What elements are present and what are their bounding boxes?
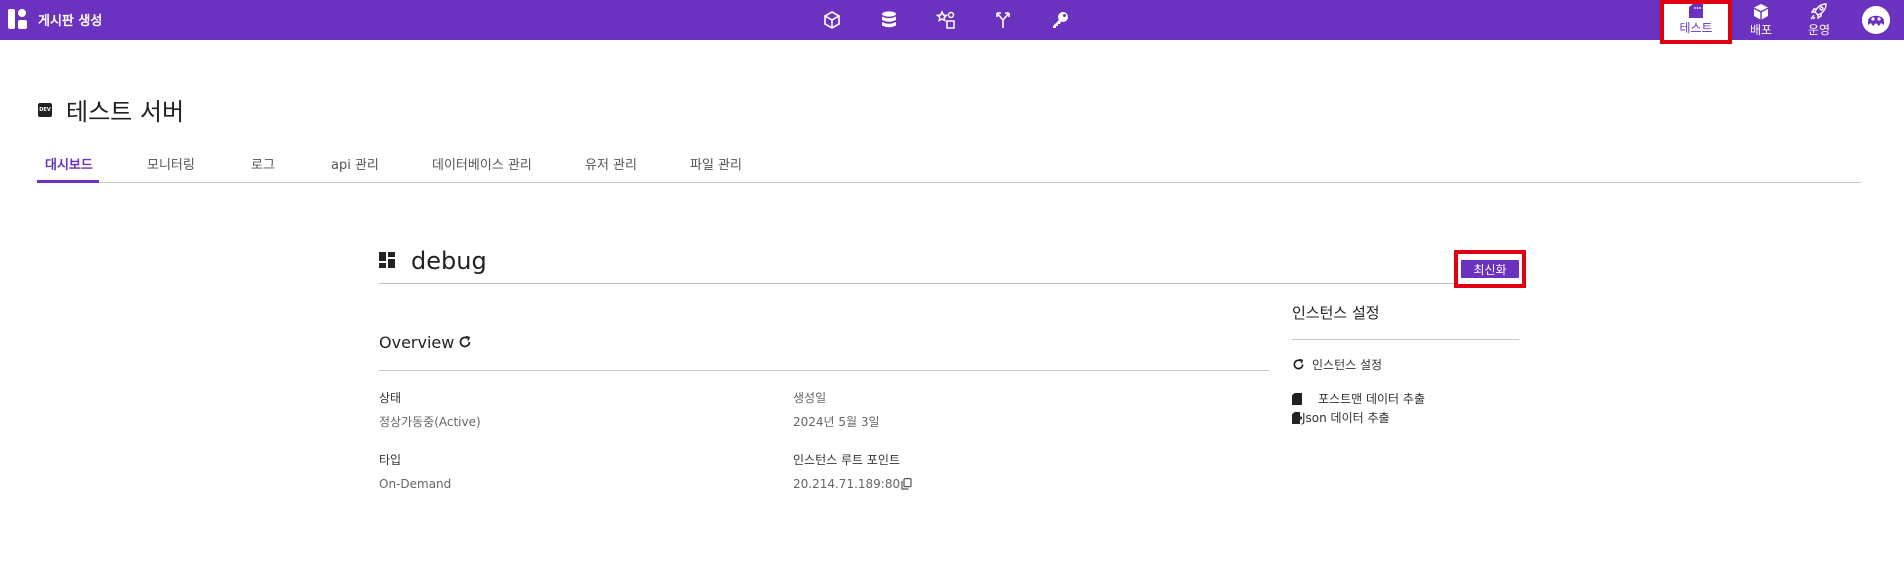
overview-title: Overview xyxy=(379,333,455,352)
nav-operate-label: 운영 xyxy=(1807,23,1831,37)
type-label: 타입 xyxy=(379,453,402,467)
overview-refresh-icon[interactable] xyxy=(458,335,472,349)
instance-settings-title: 인스턴스 설정 xyxy=(1292,304,1380,322)
branch-arrows-icon[interactable] xyxy=(991,8,1015,32)
tab-file-management[interactable]: 파일 관리 xyxy=(690,154,742,173)
key-icon[interactable] xyxy=(1048,8,1072,32)
center-toolbar xyxy=(820,8,1072,32)
tab-database-management[interactable]: 데이터베이스 관리 xyxy=(432,154,532,173)
instance-settings-reset[interactable]: 인스턴스 설정 xyxy=(1292,356,1382,373)
type-value: On-Demand xyxy=(379,477,452,491)
section-header: debug xyxy=(379,247,1525,284)
instance-settings-header: 인스턴스 설정 xyxy=(1292,302,1519,340)
refresh-button[interactable]: 최신화 xyxy=(1454,250,1526,288)
refresh-button-label: 최신화 xyxy=(1461,260,1519,278)
database-icon[interactable] xyxy=(877,8,901,32)
json-export[interactable]: Json 데이터 추출 xyxy=(1292,409,1390,426)
status-label: 상태 xyxy=(379,391,402,405)
main-nav: 테스트 배포 운영 xyxy=(1660,0,1904,44)
user-avatar[interactable] xyxy=(1862,6,1890,34)
section-title: debug xyxy=(411,247,487,275)
overview-header: Overview xyxy=(379,333,1269,371)
cube-outline-icon[interactable] xyxy=(820,8,844,32)
rocket-icon xyxy=(1810,3,1827,20)
created-date-label: 생성일 xyxy=(793,391,827,405)
status-value: 정상가동중(Active) xyxy=(379,415,481,429)
alien-avatar-icon xyxy=(1862,6,1890,34)
nav-deploy-button[interactable]: 배포 xyxy=(1732,0,1790,40)
tab-user-management[interactable]: 유저 관리 xyxy=(585,154,637,173)
postman-export-label: 포스트맨 데이터 추출 xyxy=(1318,392,1425,406)
page-header: DEV 테스트 서버 xyxy=(38,92,184,127)
tab-api-management[interactable]: api 관리 xyxy=(331,154,379,173)
app-logo xyxy=(8,9,28,29)
tab-dashboard[interactable]: 대시보드 xyxy=(45,154,93,173)
postman-export[interactable]: 포스트맨 데이터 추출 xyxy=(1292,390,1425,407)
tab-logs[interactable]: 로그 xyxy=(251,154,275,173)
root-point-label: 인스턴스 루트 포인트 xyxy=(793,453,900,467)
nav-deploy-label: 배포 xyxy=(1749,23,1773,37)
nav-test-button[interactable]: 테스트 xyxy=(1660,0,1732,44)
file-icon xyxy=(1292,392,1302,405)
dashboard-icon xyxy=(379,252,395,268)
app-title: 게시판 생성 xyxy=(38,13,103,29)
package-icon xyxy=(1754,4,1768,20)
nav-test-label: 테스트 xyxy=(1679,21,1713,35)
active-tab-indicator xyxy=(37,180,99,183)
file-export-icon xyxy=(1292,411,1302,424)
page-title: 테스트 서버 xyxy=(66,98,185,126)
copy-icon[interactable] xyxy=(901,478,912,490)
json-export-label: Json 데이터 추출 xyxy=(1302,411,1390,425)
dev-badge: DEV xyxy=(38,102,52,117)
tab-monitoring[interactable]: 모니터링 xyxy=(147,154,195,173)
shapes-icon[interactable] xyxy=(934,8,958,32)
test-tag-icon xyxy=(1689,4,1703,18)
instance-settings-reset-label: 인스턴스 설정 xyxy=(1312,358,1383,372)
tab-bar: 대시보드 모니터링 로그 api 관리 데이터베이스 관리 유저 관리 파일 관… xyxy=(37,150,1861,183)
brand[interactable]: 게시판 생성 xyxy=(8,9,102,29)
root-point-value: 20.214.71.189:80 xyxy=(793,477,901,491)
refresh-icon xyxy=(1293,358,1304,370)
nav-operate-button[interactable]: 운영 xyxy=(1790,0,1848,40)
created-date-value: 2024년 5월 3일 xyxy=(793,415,880,429)
top-bar: 게시판 생성 테스트 배포 운영 xyxy=(0,0,1904,44)
